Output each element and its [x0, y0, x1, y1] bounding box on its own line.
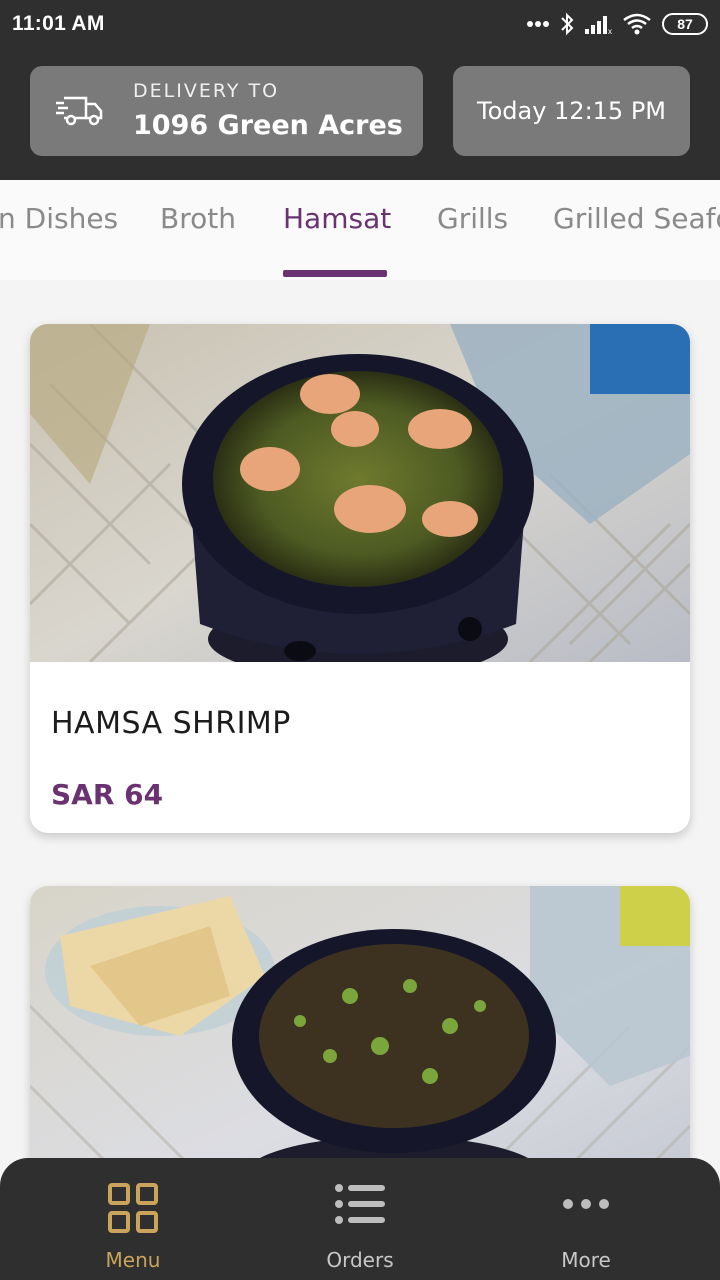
delivery-header: DELIVERY TO 1096 Green Acres ... Today 1… [0, 52, 720, 180]
signal-icon: x [585, 16, 612, 35]
delivery-truck-icon [56, 96, 103, 126]
bluetooth-icon [561, 12, 574, 36]
delivery-label: DELIVERY TO [133, 80, 280, 102]
nav-menu[interactable]: Menu [13, 1158, 253, 1280]
status-time: 11:01 AM [12, 12, 105, 35]
wifi-icon [623, 13, 651, 35]
item-name: HAMSA SHRIMP [51, 706, 291, 741]
grid-icon [108, 1183, 158, 1233]
nav-orders-label: Orders [326, 1248, 394, 1272]
status-icons: x 87 [526, 12, 708, 36]
category-tabs: n Dishes Broth Hamsat Grills Grilled Sea… [0, 180, 720, 280]
tab-grills[interactable]: Grills [437, 202, 508, 235]
list-icon [335, 1184, 385, 1224]
battery-icon: 87 [662, 13, 708, 35]
menu-item-card[interactable] [30, 886, 690, 1186]
battery-level: 87 [677, 16, 693, 32]
tab-grilled-seafood[interactable]: Grilled Seafo [553, 202, 720, 235]
nav-menu-label: Menu [105, 1248, 161, 1272]
tab-hamsat[interactable]: Hamsat [283, 202, 391, 235]
active-tab-indicator [283, 270, 387, 277]
delivery-time-selector[interactable]: Today 12:15 PM [453, 66, 690, 156]
nav-orders[interactable]: Orders [240, 1158, 480, 1280]
status-bar: 11:01 AM x 87 [0, 0, 720, 52]
tab-broth[interactable]: Broth [160, 202, 236, 235]
nav-more[interactable]: More [466, 1158, 706, 1280]
tab-main-dishes[interactable]: n Dishes [0, 202, 118, 235]
delivery-time: Today 12:15 PM [476, 97, 666, 125]
nav-more-label: More [561, 1248, 611, 1272]
menu-item-card[interactable]: HAMSA SHRIMP SAR 64 [30, 324, 690, 833]
hamsa-shrimp-image [30, 324, 690, 662]
more-notifications-icon [527, 21, 549, 27]
more-dots-icon [563, 1199, 609, 1209]
delivery-address-selector[interactable]: DELIVERY TO 1096 Green Acres ... [30, 66, 423, 156]
item-price: SAR 64 [51, 778, 164, 811]
delivery-address: 1096 Green Acres ... [133, 110, 413, 141]
svg-text:x: x [608, 27, 612, 35]
menu-item-image [30, 886, 690, 1186]
bottom-navigation: Menu Orders More [0, 1158, 720, 1280]
